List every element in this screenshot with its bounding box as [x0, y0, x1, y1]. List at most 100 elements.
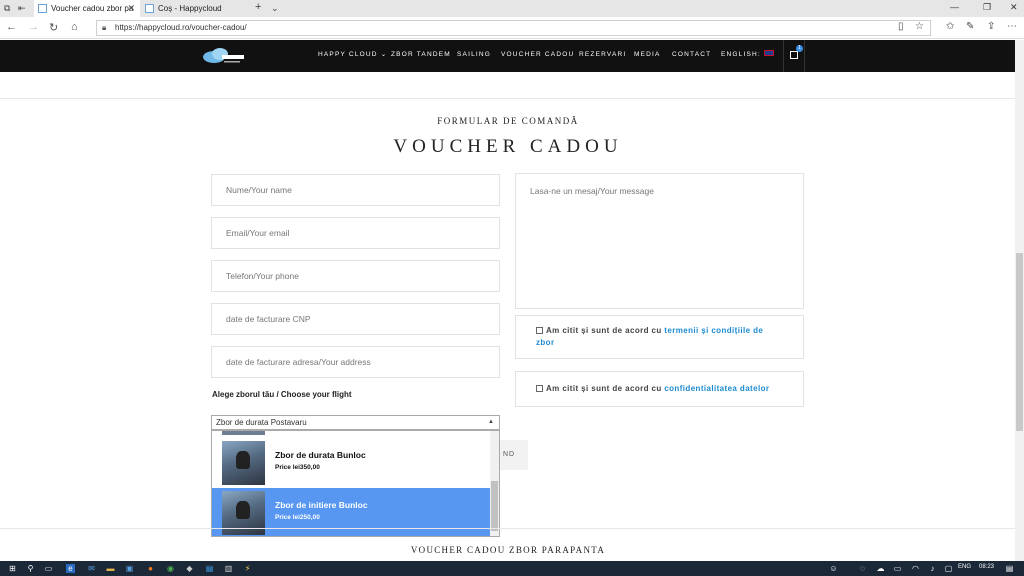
page-scrollbar[interactable]: [1015, 40, 1024, 561]
tab-voucher[interactable]: Voucher cadou zbor pa ✕: [34, 0, 140, 17]
send-button[interactable]: ND: [498, 440, 528, 470]
url-input[interactable]: 🔒︎ https://happycloud.ro/voucher-cadou/: [96, 20, 931, 36]
app-icon[interactable]: ⚡︎: [243, 564, 252, 573]
nav-voucher-cadou[interactable]: VOUCHER CADOU: [501, 40, 574, 72]
uk-flag-icon: [763, 50, 774, 56]
pen-icon[interactable]: ✎: [966, 21, 974, 32]
dropdown-scrollbar-thumb[interactable]: [491, 481, 498, 531]
divider: [0, 528, 1016, 529]
people-icon[interactable]: ☺: [829, 564, 838, 573]
address-bar-row: ← → ↻ ⌂ 🔒︎ https://happycloud.ro/voucher…: [0, 17, 1024, 39]
flight-dropdown-list: Zbor de durata Bunloc Price lei350,00 Zb…: [211, 430, 500, 537]
privacy-link[interactable]: confidentialitatea datelor: [664, 384, 769, 393]
url-text: https://happycloud.ro/voucher-cadou/: [115, 23, 247, 32]
tab-list-chevron-icon[interactable]: ⌄: [271, 3, 279, 14]
file-explorer-icon[interactable]: ▬: [106, 564, 115, 573]
forward-icon[interactable]: →: [28, 21, 39, 33]
divider: [0, 98, 1016, 99]
flight-option-name: Zbor de durata Bunloc: [275, 450, 366, 460]
page-scrollbar-thumb[interactable]: [1016, 253, 1023, 431]
terms-checkbox-row: Am citit și sunt de acord cu termenii și…: [515, 315, 804, 359]
share-icon[interactable]: ⇪: [987, 21, 995, 32]
browser-tab-bar: ⧉ ⇤ Voucher cadou zbor pa ✕ Coș - Happyc…: [0, 0, 1024, 17]
app-icon[interactable]: ◆: [185, 564, 194, 573]
nav-zbor-tandem[interactable]: ZBOR TANDEM: [391, 40, 451, 72]
privacy-checkbox[interactable]: [536, 385, 543, 392]
message-textarea[interactable]: Lasa-ne un mesaj/Your message: [515, 173, 804, 309]
tab-cart[interactable]: Coș - Happycloud: [141, 0, 246, 17]
home-icon[interactable]: ⌂: [71, 21, 78, 33]
clock[interactable]: 08:23: [979, 564, 994, 570]
terms-checkbox[interactable]: [536, 327, 543, 334]
flight-option-price: Price lei350,00: [275, 464, 320, 471]
back-icon[interactable]: ←: [6, 21, 17, 33]
app-icon[interactable]: ▤: [205, 564, 214, 573]
favorite-star-icon[interactable]: ☆: [915, 21, 924, 32]
name-field[interactable]: Nume/Your name: [211, 174, 500, 206]
nav-sailing[interactable]: SAILING: [457, 40, 491, 72]
mail-app-icon[interactable]: ✉: [87, 564, 96, 573]
edge-app-icon[interactable]: e: [66, 564, 75, 573]
nav-media[interactable]: MEDIA: [634, 40, 661, 72]
flight-option-selected[interactable]: Zbor de initiere Bunloc Price lei250,00: [212, 488, 491, 536]
tab-actions-icon[interactable]: ⧉: [4, 3, 10, 14]
refresh-icon[interactable]: ↻: [49, 21, 58, 34]
close-tab-icon[interactable]: ✕: [127, 3, 135, 14]
nav-contact[interactable]: CONTACT: [672, 40, 711, 72]
nav-english[interactable]: ENGLISH:: [721, 40, 774, 72]
cart-button[interactable]: 1: [783, 40, 805, 72]
language-indicator[interactable]: ENG: [958, 564, 971, 570]
nav-rezervari[interactable]: REZERVARI: [579, 40, 626, 72]
cloud-icon[interactable]: ☁: [876, 564, 885, 573]
chat-icon[interactable]: ▢: [944, 564, 953, 573]
store-icon[interactable]: ▣: [125, 564, 134, 573]
phone-field[interactable]: Telefon/Your phone: [211, 260, 500, 292]
task-view-icon[interactable]: ▭: [44, 564, 53, 573]
close-window-icon[interactable]: ✕: [1010, 2, 1018, 13]
network-icon[interactable]: ◌: [858, 564, 867, 573]
notifications-icon[interactable]: ▤: [1005, 564, 1014, 573]
volume-icon[interactable]: ♪: [928, 564, 937, 573]
partial-option-thumbnail: [222, 431, 265, 435]
cart-count-badge: 1: [796, 45, 803, 52]
privacy-text: Am citit și sunt de acord cu: [546, 384, 665, 393]
tab-title: Voucher cadou zbor pa: [51, 4, 134, 13]
windows-start-icon[interactable]: ⊞: [8, 564, 17, 573]
tab-back-icon[interactable]: ⇤: [18, 3, 26, 14]
maximize-icon[interactable]: ❐: [983, 2, 991, 13]
flight-select-value: Zbor de durata Postavaru: [216, 418, 307, 427]
dropdown-arrow-icon: ▲: [488, 419, 494, 425]
form-subtitle: FORMULAR DE COMANDĂ: [437, 116, 579, 126]
flight-option-name: Zbor de initiere Bunloc: [275, 500, 368, 510]
favorites-icon[interactable]: ✩: [946, 21, 954, 32]
cnp-field[interactable]: date de facturare CNP: [211, 303, 500, 335]
page-title: VOUCHER CADOU: [393, 136, 623, 157]
app-icon[interactable]: ▥: [224, 564, 233, 573]
wifi-icon[interactable]: ◠: [911, 564, 920, 573]
paraglider-photo: [222, 441, 265, 485]
dropdown-scrollbar[interactable]: [490, 431, 499, 536]
email-field[interactable]: Email/Your email: [211, 217, 500, 249]
favicon-icon: [145, 4, 154, 13]
flight-select[interactable]: Zbor de durata Postavaru ▲: [211, 415, 500, 430]
lock-icon: 🔒︎: [102, 23, 107, 32]
site-header: HAPPY CLOUD ⌄ ZBOR TANDEM SAILING VOUCHE…: [0, 40, 1024, 72]
more-icon[interactable]: ⋯: [1007, 21, 1017, 32]
shopping-bag-icon: [790, 51, 798, 59]
chrome-icon[interactable]: ◉: [166, 564, 175, 573]
tab-title: Coș - Happycloud: [158, 4, 222, 13]
terms-text: Am citit și sunt de acord cu: [546, 326, 665, 335]
address-field[interactable]: date de facturare adresa/Your address: [211, 346, 500, 378]
chevron-down-icon: ⌄: [380, 51, 388, 58]
choose-flight-label: Alege zborul tău / Choose your flight: [212, 390, 352, 399]
flight-option-price: Price lei250,00: [275, 514, 320, 521]
nav-happy-cloud[interactable]: HAPPY CLOUD ⌄: [318, 40, 387, 72]
flight-option[interactable]: Zbor de durata Bunloc Price lei350,00: [212, 438, 491, 488]
new-tab-button[interactable]: +: [255, 1, 261, 13]
firefox-icon[interactable]: ●: [146, 564, 155, 573]
minimize-icon[interactable]: —: [950, 2, 959, 12]
reading-view-icon[interactable]: ▯: [898, 21, 904, 32]
happycloud-logo[interactable]: [200, 45, 248, 67]
battery-icon[interactable]: ▭: [893, 564, 902, 573]
search-icon[interactable]: ⚲: [26, 564, 35, 573]
